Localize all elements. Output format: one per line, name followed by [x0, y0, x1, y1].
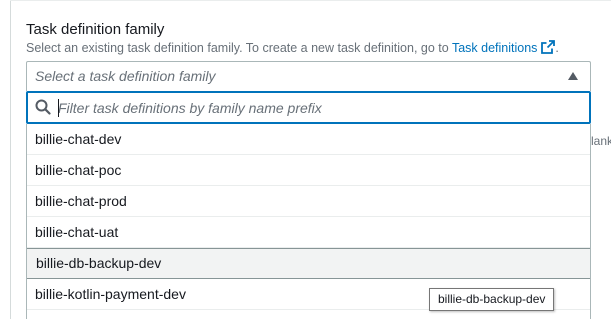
- select-placeholder: Select a task definition family: [35, 68, 216, 84]
- search-icon: [35, 99, 51, 120]
- option-item[interactable]: billie-chat-prod: [27, 186, 590, 217]
- filter-field[interactable]: [26, 91, 591, 124]
- task-family-select[interactable]: Select a task definition family: [26, 61, 591, 91]
- text-cursor: [58, 99, 59, 117]
- option-item[interactable]: billie-chat-poc: [27, 155, 590, 186]
- description-text: Select an existing task definition famil…: [26, 41, 452, 55]
- field-description: Select an existing task definition famil…: [26, 40, 559, 58]
- external-link-icon[interactable]: [541, 40, 556, 58]
- task-definitions-link[interactable]: Task definitions: [452, 41, 537, 55]
- clipped-side-text: lank: [591, 134, 611, 148]
- description-suffix: .: [555, 41, 559, 55]
- filter-input[interactable]: [58, 97, 578, 119]
- task-definition-panel: Task definition family Select an existin…: [0, 0, 611, 319]
- option-item[interactable]: billie-chat-dev: [27, 124, 590, 155]
- panel-top-border: [10, 0, 611, 1]
- option-tooltip: billie-db-backup-dev: [429, 288, 555, 311]
- caret-up-icon[interactable]: [568, 72, 578, 80]
- option-item-hovered[interactable]: billie-db-backup-dev: [27, 248, 590, 279]
- panel-left-border: [10, 0, 11, 319]
- option-item[interactable]: billie-chat-uat: [27, 217, 590, 248]
- field-label: Task definition family: [26, 21, 165, 38]
